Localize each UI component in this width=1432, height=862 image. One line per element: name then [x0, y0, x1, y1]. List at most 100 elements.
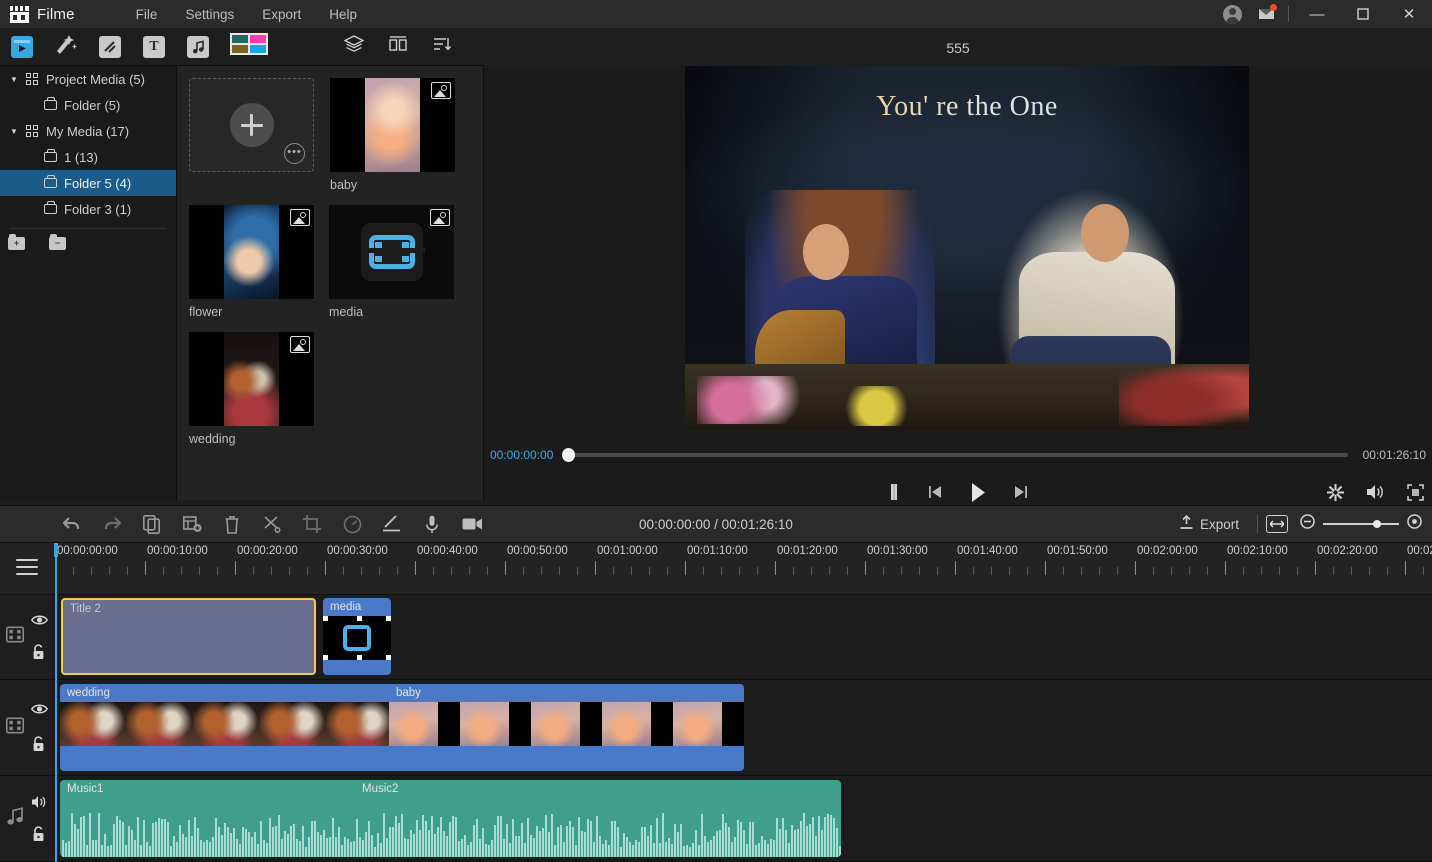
record-button[interactable]: [452, 505, 492, 543]
voiceover-button[interactable]: [412, 505, 452, 543]
ruler-major-tick: [1135, 561, 1136, 575]
add-to-timeline-button[interactable]: [172, 505, 212, 543]
export-button[interactable]: Export: [1169, 511, 1249, 537]
chevron-down-icon[interactable]: ▼: [6, 127, 22, 136]
next-frame-button[interactable]: [1014, 485, 1028, 499]
crop-button[interactable]: [292, 505, 332, 543]
upload-icon: [1179, 514, 1194, 533]
effects-tab[interactable]: [44, 28, 88, 66]
timeline-playhead[interactable]: [54, 543, 58, 862]
minimize-button[interactable]: —: [1294, 0, 1340, 28]
clip-media[interactable]: media: [323, 598, 391, 675]
tree-folder-1[interactable]: 1 (13): [0, 144, 176, 170]
grid-icon: [22, 125, 42, 137]
media-item-wedding[interactable]: wedding: [189, 332, 329, 446]
chevron-down-icon[interactable]: ▼: [6, 75, 22, 84]
clip-wedding[interactable]: wedding: [60, 684, 394, 771]
ruler-time-label: 00:01:20:00: [777, 545, 838, 557]
text-tab[interactable]: T: [132, 28, 176, 66]
stop-button[interactable]: [888, 484, 900, 500]
scrubber-handle[interactable]: [562, 448, 575, 462]
timeline-ruler[interactable]: 00:00:00:00 00:00:10:00 00:00:20:00 00:00:3…: [0, 543, 1432, 595]
magic-wand-icon: [55, 34, 77, 59]
menu-settings[interactable]: Settings: [171, 4, 248, 25]
previous-frame-button[interactable]: [928, 485, 942, 499]
speaker-on-icon[interactable]: [31, 795, 48, 814]
templates-tab[interactable]: [220, 28, 278, 66]
zoom-track[interactable]: [1323, 520, 1399, 528]
zoom-out-icon[interactable]: [1300, 514, 1315, 534]
unlocked-icon[interactable]: [31, 735, 46, 757]
zoom-in-icon[interactable]: [1407, 514, 1422, 534]
media-item-media[interactable]: media: [329, 205, 469, 319]
preview-settings-button[interactable]: [1327, 483, 1344, 501]
delete-button[interactable]: [212, 505, 252, 543]
media-thumbnail[interactable]: [189, 205, 314, 299]
ruler-minor-tick: [1279, 567, 1280, 575]
clip-music2[interactable]: Music2: [355, 780, 475, 798]
user-account-icon[interactable]: [1215, 0, 1249, 28]
ruler-minor-tick: [811, 567, 812, 575]
ruler-minor-tick: [1243, 567, 1244, 575]
tree-my-media[interactable]: ▼ My Media (17): [0, 118, 176, 144]
track-clip-area[interactable]: Music1 Music2: [55, 777, 1432, 861]
speed-button[interactable]: [332, 505, 372, 543]
clip-title-2[interactable]: Title 2: [61, 598, 316, 675]
ruler-minor-tick: [163, 567, 164, 575]
undo-button[interactable]: [52, 505, 92, 543]
media-item-label: flower: [189, 305, 223, 319]
volume-button[interactable]: [1366, 484, 1385, 500]
zoom-handle[interactable]: [1373, 520, 1381, 528]
track-clip-area[interactable]: Title 2 media: [55, 595, 1432, 679]
menu-file[interactable]: File: [122, 4, 172, 25]
split-button[interactable]: [252, 505, 292, 543]
tree-folder-5[interactable]: Folder 5 (4): [0, 170, 176, 196]
redo-button[interactable]: [92, 505, 132, 543]
add-media-tile[interactable]: •••: [189, 78, 314, 172]
music-track-icon: [6, 807, 26, 832]
color-edit-button[interactable]: [372, 505, 412, 543]
tree-folder[interactable]: Folder (5): [0, 92, 176, 118]
clip-baby[interactable]: baby: [389, 684, 744, 771]
split-view-button[interactable]: [376, 28, 420, 66]
timeline-zoom-slider[interactable]: [1300, 514, 1422, 534]
play-button[interactable]: [970, 482, 986, 502]
ruler-minor-tick: [361, 567, 362, 575]
layers-button[interactable]: [332, 28, 376, 66]
transitions-tab[interactable]: [88, 28, 132, 66]
menu-help[interactable]: Help: [315, 4, 371, 25]
sort-list-button[interactable]: [420, 28, 464, 66]
eye-visible-icon[interactable]: [30, 613, 49, 631]
audio-tab[interactable]: [176, 28, 220, 66]
fullscreen-button[interactable]: [1407, 483, 1424, 501]
eye-visible-icon[interactable]: [30, 702, 49, 720]
video-canvas[interactable]: You' re the One: [685, 66, 1249, 430]
tree-project-media[interactable]: ▼ Project Media (5): [0, 66, 176, 92]
film-track-icon: [6, 626, 24, 648]
track-clip-area[interactable]: wedding baby: [55, 681, 1432, 775]
ruler-time-label: 00:02:30:00: [1407, 545, 1432, 557]
close-button[interactable]: ✕: [1386, 0, 1432, 28]
ruler-minor-tick: [109, 567, 110, 575]
remove-folder-button[interactable]: −: [49, 234, 66, 250]
media-item-flower[interactable]: flower: [189, 205, 329, 319]
fit-to-window-button[interactable]: [1266, 515, 1288, 533]
menu-export[interactable]: Export: [248, 4, 315, 25]
maximize-button[interactable]: [1340, 0, 1386, 28]
tree-folder-3[interactable]: Folder 3 (1): [0, 196, 176, 222]
clip-filmstrip: [389, 702, 744, 746]
timeline-menu-icon[interactable]: [16, 559, 38, 575]
media-thumbnail[interactable]: [189, 332, 314, 426]
media-thumbnail[interactable]: [330, 78, 455, 172]
media-thumbnail[interactable]: [329, 205, 454, 299]
media-library-tab[interactable]: [0, 28, 44, 66]
more-options-icon[interactable]: •••: [284, 143, 305, 164]
timeline-ruler-scale[interactable]: 00:00:00:00 00:00:10:00 00:00:20:00 00:00:3…: [55, 543, 1432, 595]
copy-button[interactable]: [132, 505, 172, 543]
add-folder-button[interactable]: +: [8, 234, 25, 250]
mail-notification-icon[interactable]: [1249, 0, 1283, 28]
unlocked-icon[interactable]: [31, 826, 46, 847]
preview-scrubber[interactable]: [562, 448, 1348, 462]
media-item-baby[interactable]: baby: [330, 78, 470, 192]
unlocked-icon[interactable]: [31, 644, 46, 665]
